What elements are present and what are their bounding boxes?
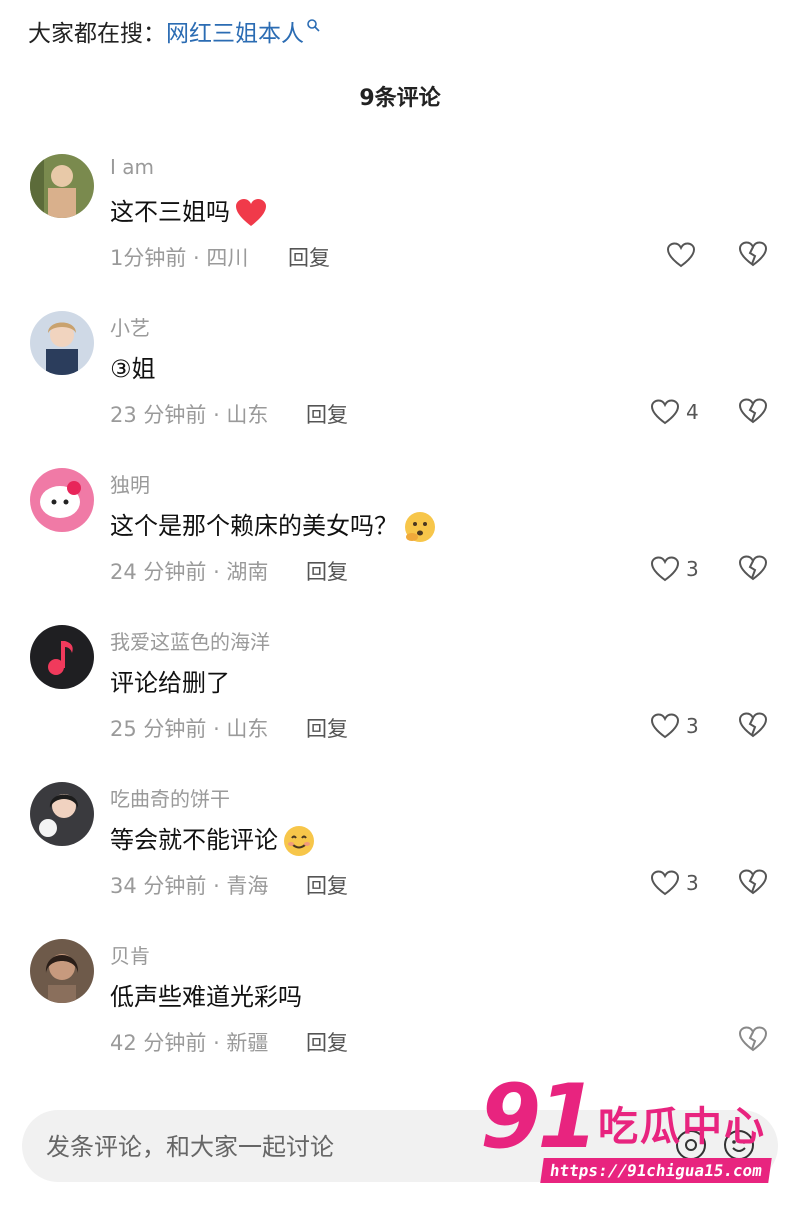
like-count: 3 [686,714,699,738]
dislike-button[interactable] [738,711,768,743]
like-count: 3 [686,871,699,895]
watermark-url: https://91chigua15.com [540,1158,772,1183]
comment-meta: 25 分钟前 · 山东 [110,717,269,741]
search-icon [307,19,320,32]
comment-item: 吃曲奇的饼干 等会就不能评论 34 分钟前 · 青海 回复 3 [0,778,800,935]
comment-item: 我爱这蓝色的海洋 评论给删了 25 分钟前 · 山东 回复 3 [0,621,800,778]
comment-text-content: 等会就不能评论 [110,826,278,854]
trending-search[interactable]: 大家都在搜：网红三姐本人 [28,14,320,54]
avatar[interactable] [30,468,94,532]
dislike-button[interactable] [738,397,768,429]
username[interactable]: 吃曲奇的饼干 [110,783,230,812]
broken-heart-icon [738,241,768,267]
trending-search-prefix: 大家都在搜： [28,21,166,47]
broken-heart-icon [738,398,768,424]
comment-text-content: ③姐 [110,355,156,383]
like-button[interactable]: 3 [650,711,699,741]
avatar[interactable] [30,311,94,375]
comment-item: 贝肯 低声些难道光彩吗 42 分钟前 · 新疆 回复 [0,935,800,1092]
red-heart-emoji-icon [236,199,266,226]
comment-item: 小艺 ③姐 23 分钟前 · 山东 回复 4 [0,307,800,464]
comment-text: 低声些难道光彩吗 [110,977,302,1012]
like-button[interactable]: 3 [650,554,699,584]
comment-meta: 34 分钟前 · 青海 [110,874,269,898]
username[interactable]: 小艺 [110,312,150,341]
comment-text: 评论给删了 [110,663,230,698]
comment-list: I am 这不三姐吗 1分钟前 · 四川 回复 小艺 ③姐 23 分钟前 · 山… [0,150,800,1092]
comments-count: 9条评论 [359,86,441,111]
comment-item: 独明 这个是那个赖床的美女吗？ 24 分钟前 · 湖南 回复 3 [0,464,800,621]
comment-text-content: 评论给删了 [110,669,230,697]
reply-button[interactable]: 回复 [306,713,348,743]
avatar[interactable] [30,154,94,218]
comment-meta: 1分钟前 · 四川 [110,246,249,270]
thinking-face-emoji-icon [405,512,435,542]
avatar[interactable] [30,939,94,1003]
comment-meta: 42 分钟前 · 新疆 [110,1031,269,1055]
heart-outline-icon [650,399,680,425]
watermark: 91 吃瓜中心 https://91chigua15.com [480,1072,780,1192]
comment-text: 等会就不能评论 [110,820,316,858]
like-count: 3 [686,557,699,581]
trending-search-keyword[interactable]: 网红三姐本人 [166,21,304,47]
broken-heart-icon [738,869,768,895]
avatar[interactable] [30,625,94,689]
dislike-button[interactable] [738,868,768,900]
watermark-logo: 91 [480,1065,598,1168]
reply-button[interactable]: 回复 [288,242,330,272]
broken-heart-icon [738,1026,768,1052]
comment-input[interactable] [44,1110,548,1184]
reply-button[interactable]: 回复 [306,556,348,586]
username[interactable]: 独明 [110,469,150,498]
like-button[interactable]: 4 [650,397,699,427]
comment-item: I am 这不三姐吗 1分钟前 · 四川 回复 [0,150,800,307]
username[interactable]: 贝肯 [110,940,150,969]
dislike-button[interactable] [738,554,768,586]
avatar[interactable] [30,782,94,846]
broken-heart-icon [738,712,768,738]
heart-outline-icon [650,556,680,582]
comment-text: ③姐 [110,349,156,384]
smiling-face-emoji-icon [284,826,314,856]
comment-text-content: 这不三姐吗 [110,198,230,226]
like-count: 4 [686,400,699,424]
dislike-button[interactable] [738,240,768,272]
like-button[interactable]: 3 [650,868,699,898]
dislike-button[interactable] [738,1025,768,1057]
reply-button[interactable]: 回复 [306,1027,348,1057]
reply-button[interactable]: 回复 [306,870,348,900]
heart-outline-icon [666,242,696,268]
comment-text-content: 这个是那个赖床的美女吗？ [110,512,398,540]
comment-text-content: 低声些难道光彩吗 [110,983,302,1011]
comment-meta: 23 分钟前 · 山东 [110,403,269,427]
watermark-name: 吃瓜中心 [598,1104,766,1150]
heart-outline-icon [650,713,680,739]
heart-outline-icon [650,870,680,896]
reply-button[interactable]: 回复 [306,399,348,429]
comment-text: 这不三姐吗 [110,192,268,228]
broken-heart-icon [738,555,768,581]
comment-meta: 24 分钟前 · 湖南 [110,560,269,584]
like-button[interactable] [666,240,702,270]
username[interactable]: 我爱这蓝色的海洋 [110,626,270,655]
username[interactable]: I am [110,155,154,179]
comment-text: 这个是那个赖床的美女吗？ [110,506,438,544]
